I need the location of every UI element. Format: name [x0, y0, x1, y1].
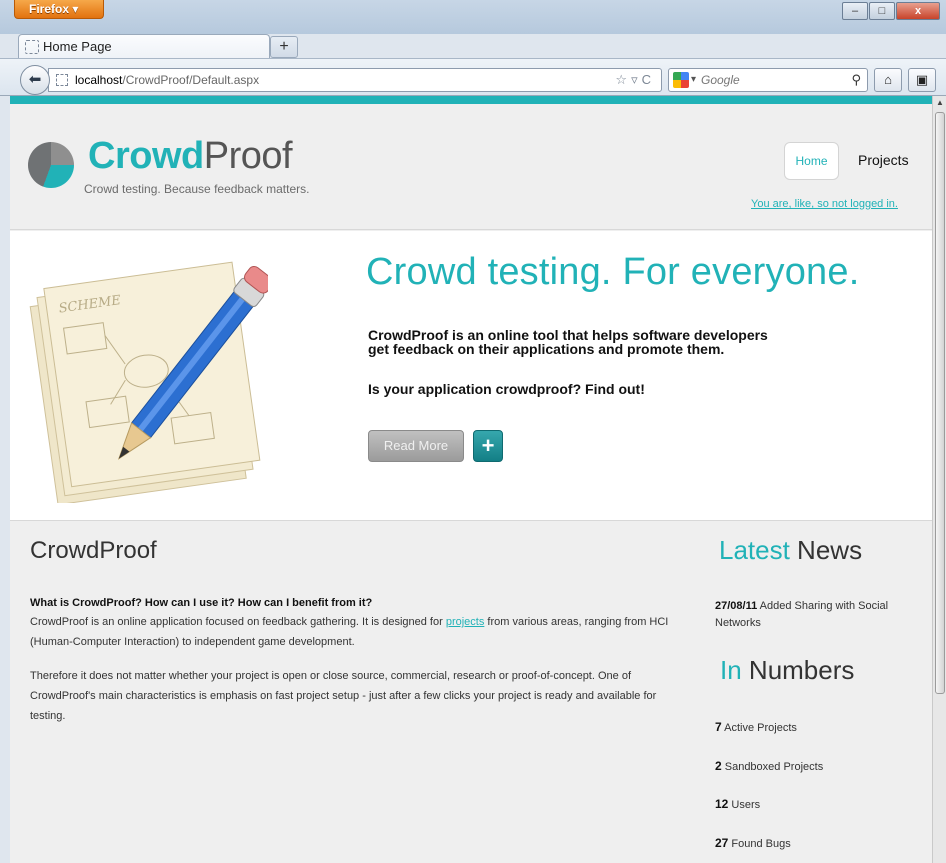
window-titlebar: Firefox ▾ – □ x	[0, 0, 946, 34]
stat-sandboxed-projects: 2 Sandboxed Projects	[715, 759, 823, 773]
stat-label: Active Projects	[721, 722, 797, 734]
search-bar[interactable]: ▾ Google ⚲	[668, 68, 868, 92]
stat-users: 12 Users	[715, 797, 760, 811]
site-brand[interactable]: CrowdProof	[88, 135, 293, 177]
numbers-title-accent: In	[720, 655, 742, 685]
news-title-rest: News	[789, 535, 863, 565]
back-arrow-icon: ⬅	[28, 71, 42, 88]
read-more-button[interactable]: Read More	[368, 430, 464, 462]
page-scrollbar[interactable]: ▲	[932, 96, 946, 863]
hero-description-line1: CrowdProof is an online tool that helps …	[368, 327, 768, 343]
minimize-button[interactable]: –	[842, 2, 868, 20]
tab-home-page[interactable]: Home Page	[18, 34, 270, 59]
tab-title: Home Page	[43, 39, 112, 54]
site-header: CrowdProof Crowd testing. Because feedba…	[10, 104, 932, 230]
stat-count: 7	[715, 720, 722, 734]
news-item: 27/08/11 Added Sharing with Social Netwo…	[715, 598, 925, 632]
nav-home-link[interactable]: Home	[784, 142, 839, 180]
bookmark-star-icon[interactable]: ☆	[615, 72, 631, 87]
page-favicon-icon	[25, 40, 39, 54]
stat-active-projects: 7 Active Projects	[715, 720, 797, 734]
search-icon[interactable]: ⚲	[851, 69, 861, 91]
close-window-button[interactable]: x	[896, 2, 940, 20]
scheme-pencil-illustration: SCHEME	[29, 261, 268, 503]
home-icon: ⌂	[884, 72, 892, 87]
in-numbers-title: In Numbers	[720, 655, 854, 686]
plus-button[interactable]: +	[473, 430, 503, 462]
stat-label: Found Bugs	[728, 838, 791, 850]
google-engine-icon[interactable]	[673, 72, 689, 88]
url-host: localhost	[75, 73, 123, 87]
firefox-menu-button[interactable]: Firefox ▾	[14, 0, 104, 19]
stat-label: Users	[728, 799, 761, 811]
history-dropdown-icon[interactable]: ▿	[631, 72, 642, 87]
about-question: What is CrowdProof? How can I use it? Ho…	[30, 597, 373, 609]
about-title: CrowdProof	[30, 537, 157, 564]
stat-count: 12	[715, 797, 729, 811]
projects-link[interactable]: projects	[446, 616, 485, 628]
crowdproof-logo-icon[interactable]	[28, 142, 74, 188]
brand-crowd: Crowd	[88, 135, 204, 177]
url-bar-tools: ☆▿C	[615, 69, 655, 91]
news-date: 27/08/11	[715, 600, 758, 612]
hero-description: CrowdProof is an online tool that helps …	[368, 328, 888, 356]
numbers-title-rest: Numbers	[741, 655, 855, 685]
scroll-up-icon[interactable]: ▲	[936, 98, 944, 107]
site-identity-icon[interactable]	[56, 74, 68, 86]
news-title-accent: Latest	[719, 535, 790, 565]
stat-count: 27	[715, 836, 729, 850]
main-content: CrowdProof What is CrowdProof? How can I…	[10, 521, 932, 863]
url-path: /CrowdProof/Default.aspx	[122, 73, 260, 87]
about-paragraph-2: Therefore it does not matter whether you…	[30, 670, 657, 722]
stat-label: Sandboxed Projects	[721, 761, 824, 773]
navigation-toolbar: localhost/CrowdProof/Default.aspx ☆▿C ⬅ …	[0, 58, 946, 96]
search-placeholder: Google	[701, 73, 740, 87]
firefox-menu-label: Firefox	[29, 2, 70, 16]
bookmarks-button[interactable]: ▣	[908, 68, 936, 92]
home-button[interactable]: ⌂	[874, 68, 902, 92]
brand-proof: Proof	[203, 135, 293, 177]
back-button[interactable]: ⬅	[20, 65, 50, 95]
stat-found-bugs: 27 Found Bugs	[715, 836, 791, 850]
reload-icon[interactable]: C	[642, 72, 655, 87]
latest-news-title: Latest News	[719, 535, 862, 566]
page-viewport: CrowdProof Crowd testing. Because feedba…	[10, 96, 932, 863]
hero-section: SCHEME Crowd testing. For everyone. Crow…	[10, 231, 932, 521]
bookmarks-icon: ▣	[915, 72, 929, 87]
nav-projects-link[interactable]: Projects	[858, 142, 909, 180]
scrollbar-thumb[interactable]	[935, 112, 945, 694]
about-p1-text-a: CrowdProof is an online application focu…	[30, 616, 446, 628]
site-tagline: Crowd testing. Because feedback matters.	[84, 182, 310, 196]
top-accent-strip	[10, 96, 932, 104]
maximize-button[interactable]: □	[869, 2, 895, 20]
hero-cta-text: Is your application crowdproof? Find out…	[368, 381, 645, 397]
hero-title: Crowd testing. For everyone.	[366, 251, 860, 293]
url-bar[interactable]: localhost/CrowdProof/Default.aspx ☆▿C	[48, 68, 662, 92]
hero-description-line2: get feedback on their applications and p…	[368, 341, 725, 357]
about-paragraph-1: CrowdProof is an online application focu…	[30, 612, 670, 652]
login-status-link[interactable]: You are, like, so not logged in.	[751, 198, 898, 210]
new-tab-button[interactable]: +	[270, 36, 298, 58]
window-controls: – □ x	[841, 2, 940, 20]
engine-dropdown-icon[interactable]: ▾	[691, 69, 696, 91]
stat-count: 2	[715, 759, 722, 773]
